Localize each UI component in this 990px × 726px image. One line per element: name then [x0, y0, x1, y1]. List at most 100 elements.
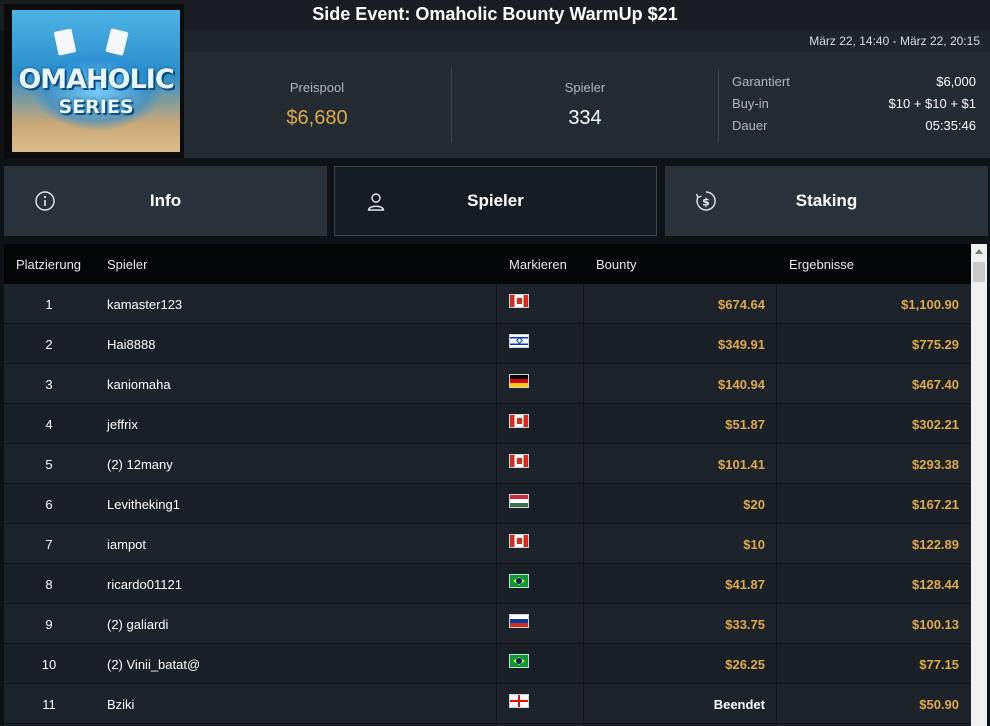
player-name-cell: ricardo01121 — [107, 577, 182, 592]
table-row[interactable]: 11 Bziki Beendet $50.90 — [4, 684, 971, 724]
svg-text:$: $ — [702, 196, 710, 209]
event-date-range: März 22, 14:40 - März 22, 20:15 — [809, 34, 980, 48]
column-divider — [776, 324, 777, 364]
player-name-cell: Hai8888 — [107, 337, 156, 352]
column-divider — [583, 484, 584, 524]
column-header-rank[interactable]: Platzierung — [16, 257, 81, 272]
scroll-thumb[interactable] — [973, 262, 985, 282]
table-row[interactable]: 7 iampot $10 $122.89 — [4, 524, 971, 564]
column-header-bounty[interactable]: Bounty — [596, 257, 636, 272]
prizepool-stat: Preispool $6,680 — [184, 52, 450, 158]
player-name-cell: (2) Vinii_batat@ — [107, 657, 201, 672]
tournament-stats: Preispool $6,680 Spieler 334 Garantiert … — [184, 52, 990, 158]
rank-cell: 10 — [41, 657, 57, 672]
table-scrollbar[interactable] — [971, 244, 987, 726]
tab-spieler[interactable]: Spieler — [334, 166, 657, 236]
germany-flag-icon — [509, 374, 529, 388]
column-divider — [776, 404, 777, 444]
column-divider — [583, 684, 584, 724]
israel-flag-icon — [509, 334, 529, 348]
table-header: Platzierung Spieler Markieren Bounty Erg… — [4, 244, 971, 284]
column-divider — [776, 644, 777, 684]
result-cell: $50.90 — [919, 697, 959, 712]
logo-card-icon — [105, 28, 129, 56]
detail-guaranteed: Garantiert $6,000 — [732, 74, 976, 96]
column-divider — [496, 284, 497, 324]
column-divider — [496, 444, 497, 484]
column-divider — [583, 404, 584, 444]
column-divider — [583, 604, 584, 644]
hungary-flag-icon — [509, 494, 529, 508]
table-row[interactable]: 2 Hai8888 $349.91 $775.29 — [4, 324, 971, 364]
logo-text-omaholic: OMAHOLIC — [18, 64, 174, 95]
rank-cell: 3 — [45, 377, 53, 392]
brazil-flag-icon — [509, 574, 529, 588]
player-name-cell: Levitheking1 — [107, 497, 180, 512]
info-icon — [35, 191, 55, 211]
table-row[interactable]: 3 kaniomaha $140.94 $467.40 — [4, 364, 971, 404]
column-divider — [583, 524, 584, 564]
detail-value: $10 + $10 + $1 — [888, 96, 976, 111]
prizepool-label: Preispool — [289, 80, 345, 95]
tab-info[interactable]: Info — [4, 166, 327, 236]
result-cell: $77.15 — [919, 657, 959, 672]
rank-cell: 6 — [45, 497, 53, 512]
detail-label: Dauer — [732, 118, 768, 133]
player-name-cell: kamaster123 — [107, 297, 183, 312]
column-header-player[interactable]: Spieler — [107, 257, 147, 272]
canada-flag-icon — [509, 294, 529, 308]
column-divider — [776, 444, 777, 484]
bounty-cell: $41.87 — [725, 577, 765, 592]
detail-label: Buy-in — [732, 96, 769, 111]
logo-card-icon — [53, 28, 77, 56]
column-divider — [496, 564, 497, 604]
rank-cell: 7 — [45, 537, 53, 552]
table-row[interactable]: 4 jeffrix $51.87 $302.21 — [4, 404, 971, 444]
scroll-up-arrow-icon[interactable] — [971, 244, 987, 260]
rank-cell: 1 — [45, 297, 53, 312]
bounty-cell: $51.87 — [725, 417, 765, 432]
table-row[interactable]: 10 (2) Vinii_batat@ $26.25 $77.15 — [4, 644, 971, 684]
bounty-cell: Beendet — [713, 697, 765, 712]
detail-buyin: Buy-in $10 + $10 + $1 — [732, 96, 976, 118]
bounty-cell: $101.41 — [718, 457, 765, 472]
rank-cell: 11 — [42, 697, 56, 712]
table-row[interactable]: 9 (2) galiardi $33.75 $100.13 — [4, 604, 971, 644]
detail-label: Garantiert — [732, 74, 790, 89]
detail-value: 05:35:46 — [925, 118, 976, 133]
column-divider — [583, 444, 584, 484]
column-divider — [496, 364, 497, 404]
player-name-cell: (2) galiardi — [107, 617, 169, 632]
stats-divider — [718, 68, 719, 142]
result-cell: $293.38 — [912, 457, 959, 472]
player-name-cell: kaniomaha — [107, 377, 171, 392]
detail-duration: Dauer 05:35:46 — [732, 118, 976, 140]
column-header-result[interactable]: Ergebnisse — [789, 257, 854, 272]
column-divider — [583, 564, 584, 604]
prizepool-value: $6,680 — [286, 107, 348, 129]
result-cell: $467.40 — [912, 377, 959, 392]
players-value: 334 — [568, 107, 602, 129]
tab-staking[interactable]: $ Staking — [665, 166, 988, 236]
players-table: Platzierung Spieler Markieren Bounty Erg… — [4, 244, 971, 726]
table-row[interactable]: 1 kamaster123 $674.64 $1,100.90 — [4, 284, 971, 324]
bounty-cell: $10 — [743, 537, 765, 552]
bounty-cell: $140.94 — [718, 377, 765, 392]
column-header-flag[interactable]: Markieren — [509, 257, 567, 272]
table-row[interactable]: 5 (2) 12many $101.41 $293.38 — [4, 444, 971, 484]
player-name-cell: jeffrix — [107, 417, 138, 432]
column-divider — [496, 604, 497, 644]
canada-flag-icon — [509, 534, 529, 548]
table-row[interactable]: 8 ricardo01121 $41.87 $128.44 — [4, 564, 971, 604]
rank-cell: 4 — [45, 417, 53, 432]
logo-image: OMAHOLIC SERIES — [12, 10, 180, 152]
column-divider — [776, 284, 777, 324]
column-divider — [496, 484, 497, 524]
players-stat: Spieler 334 — [452, 52, 718, 158]
bounty-cell: $674.64 — [718, 297, 765, 312]
rank-cell: 9 — [45, 617, 53, 632]
player-name-cell: iampot — [107, 537, 147, 552]
dollar-cycle-icon: $ — [695, 191, 716, 211]
table-row[interactable]: 6 Levitheking1 $20 $167.21 — [4, 484, 971, 524]
column-divider — [776, 484, 777, 524]
